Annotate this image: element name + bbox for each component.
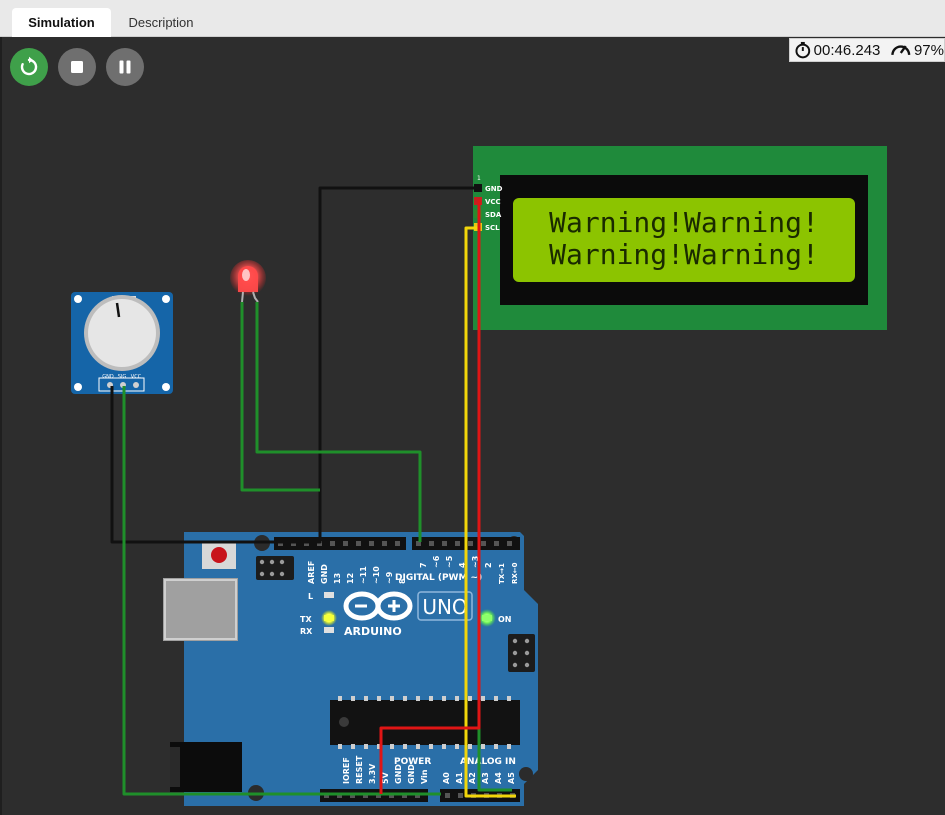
tab-simulation[interactable]: Simulation	[12, 8, 111, 37]
simulation-speed: 97%	[913, 41, 944, 59]
pause-icon	[119, 60, 131, 74]
pause-button[interactable]	[106, 48, 144, 86]
tab-description[interactable]: Description	[114, 8, 208, 37]
tab-bar: Simulation Description	[0, 0, 945, 37]
restart-button[interactable]	[10, 48, 48, 86]
simulation-status: 00:46.243 97%	[789, 38, 945, 62]
restart-icon	[20, 56, 38, 76]
simulator-window: Simulation Description 00:46.243 97% War…	[0, 0, 945, 815]
speedometer-icon	[891, 45, 911, 56]
stop-icon	[71, 61, 83, 73]
simulation-canvas[interactable]	[0, 37, 945, 815]
stop-button[interactable]	[58, 48, 96, 86]
stopwatch-icon	[795, 41, 811, 59]
elapsed-time: 00:46.243	[813, 41, 881, 59]
